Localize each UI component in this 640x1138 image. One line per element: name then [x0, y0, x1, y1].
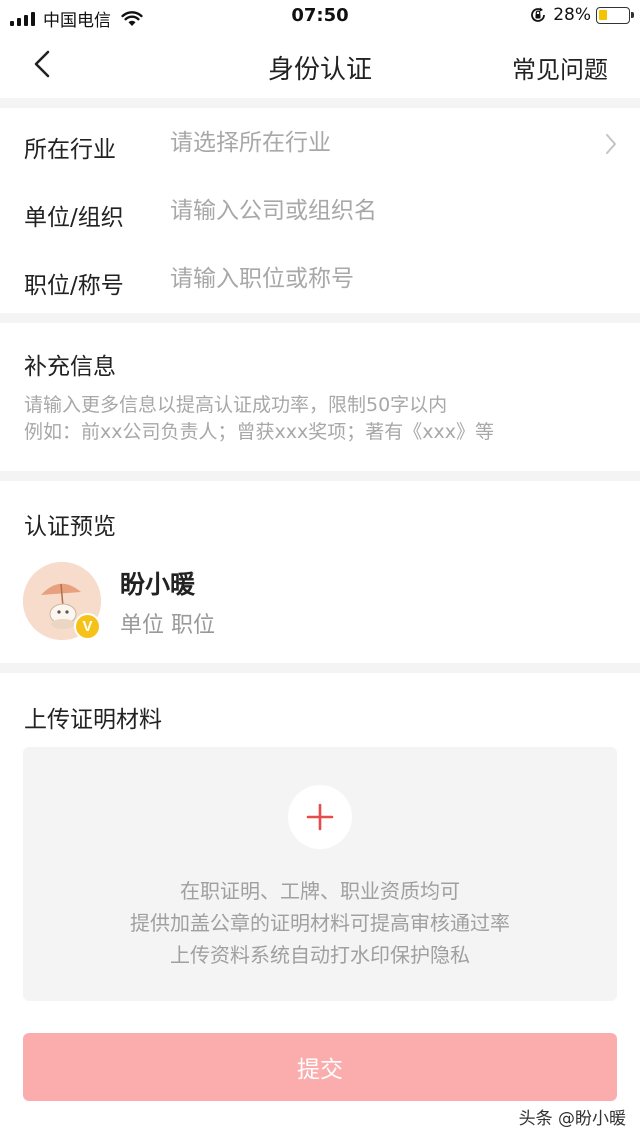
industry-select[interactable]	[170, 126, 590, 160]
watermark: 头条 @盼小暖	[518, 1109, 626, 1129]
organization-label: 单位/组织	[24, 205, 124, 231]
battery-percent: 28%	[553, 5, 591, 25]
upload-tip: 提供加盖公章的证明材料可提高审核通过率	[130, 911, 510, 935]
faq-button[interactable]: 常见问题	[512, 50, 608, 85]
section-divider	[0, 98, 640, 108]
supplement-placeholder-line1: 请输入更多信息以提高认证成功率，限制50字以内	[24, 394, 448, 416]
chevron-right-icon	[606, 134, 616, 154]
battery-icon	[596, 6, 634, 24]
rotation-lock-icon	[531, 7, 546, 22]
position-row: 职位/称号	[0, 246, 640, 314]
section-divider	[0, 663, 640, 673]
verified-badge: V	[74, 613, 101, 640]
organization-row: 单位/组织	[0, 178, 640, 246]
supplement-textarea[interactable]: 请输入更多信息以提高认证成功率，限制50字以内 例如：前xx公司负责人；曾获xx…	[24, 392, 604, 446]
upload-title: 上传证明材料	[24, 707, 162, 733]
position-label: 职位/称号	[24, 273, 124, 299]
supplement-placeholder-line2: 例如：前xx公司负责人；曾获xxx奖项；著有《xxx》等	[24, 421, 494, 443]
upload-tips: 在职证明、工牌、职业资质均可 提供加盖公章的证明材料可提高审核通过率 上传资料系…	[23, 875, 617, 971]
plus-icon	[306, 803, 334, 831]
nav-bar: 身份认证 常见问题	[0, 32, 640, 98]
status-bar: 中国电信 07:50 28%	[0, 0, 640, 32]
supplement-title: 补充信息	[24, 354, 116, 380]
upload-add-button[interactable]	[288, 785, 352, 849]
preview-title: 认证预览	[24, 514, 116, 540]
preview-subtitle: 单位 职位	[120, 613, 215, 638]
position-input[interactable]	[170, 262, 590, 296]
submit-button[interactable]: 提交	[23, 1033, 617, 1101]
upload-area[interactable]: 在职证明、工牌、职业资质均可 提供加盖公章的证明材料可提高审核通过率 上传资料系…	[23, 747, 617, 1001]
industry-label: 所在行业	[24, 137, 116, 163]
section-divider	[0, 313, 640, 323]
preview-name: 盼小暖	[120, 570, 196, 599]
upload-tip: 在职证明、工牌、职业资质均可	[180, 879, 460, 903]
upload-tip: 上传资料系统自动打水印保护隐私	[170, 943, 470, 967]
avatar: V	[23, 562, 101, 640]
industry-row[interactable]: 所在行业	[0, 110, 640, 178]
section-divider	[0, 471, 640, 481]
organization-input[interactable]	[170, 194, 590, 228]
